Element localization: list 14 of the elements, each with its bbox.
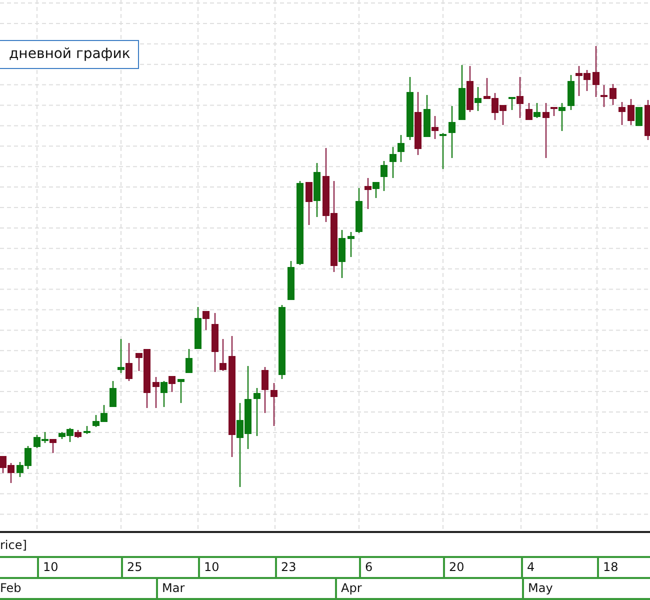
date-label: 25 [121, 558, 198, 577]
month-label: Mar [156, 579, 335, 598]
date-label: 6 [359, 558, 443, 577]
month-label: May [522, 579, 650, 598]
series-label: rice] [0, 537, 28, 554]
date-label: 18 [597, 558, 650, 577]
date-label: 23 [275, 558, 359, 577]
date-label: 4 [521, 558, 597, 577]
date-label: 20 [443, 558, 521, 577]
chart-legend: дневной график [0, 40, 140, 69]
month-label: Apr [335, 579, 522, 598]
month-label: Feb [0, 580, 22, 597]
date-label: 10 [37, 558, 121, 577]
date-label: 10 [198, 558, 275, 577]
